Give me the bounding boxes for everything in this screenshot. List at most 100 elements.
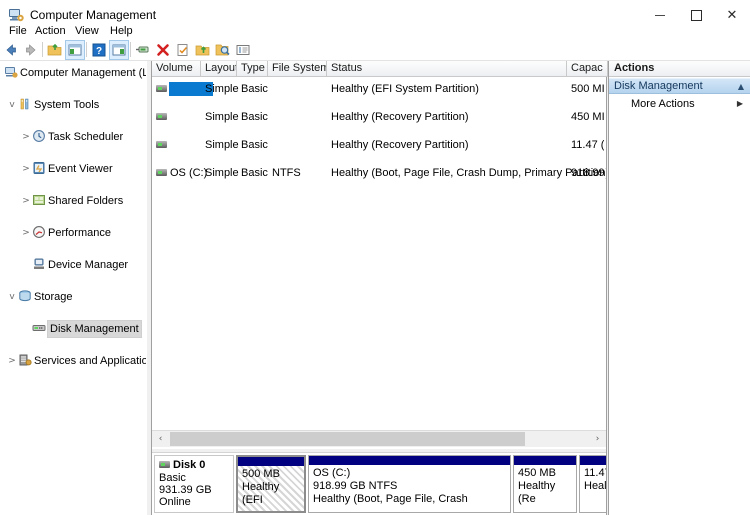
chevron-down-icon[interactable]: v xyxy=(6,97,18,113)
column-header-layout[interactable]: Layout xyxy=(201,61,237,77)
up-folder-icon[interactable] xyxy=(46,41,64,59)
scroll-right-arrow-icon[interactable]: › xyxy=(589,431,606,447)
hscrollbar-thumb[interactable] xyxy=(170,432,525,446)
partition-size: 500 MB xyxy=(242,468,280,480)
table-row[interactable]: Simple Basic Healthy (Recovery Partition… xyxy=(152,138,606,152)
tree-node-services-and-applications[interactable]: > Services and Applications xyxy=(0,353,146,369)
cell-status: Healthy (Boot, Page File, Crash Dump, Pr… xyxy=(331,167,606,179)
partition-size: 11.47 GB xyxy=(584,467,606,479)
chevron-right-icon[interactable]: > xyxy=(20,129,32,145)
chevron-right-icon[interactable]: > xyxy=(6,353,18,369)
chevron-right-icon[interactable]: > xyxy=(20,161,32,177)
volume-list-header: Volume Layout Type File System Status Ca… xyxy=(152,61,608,77)
help-icon[interactable]: ? xyxy=(90,41,108,59)
table-row[interactable]: Simple Basic Healthy (EFI System Partiti… xyxy=(152,82,606,96)
partition-status: Healthy (Re xyxy=(518,480,556,505)
volume-drive-icon xyxy=(156,85,167,93)
tree-node-device-manager[interactable]: Device Manager xyxy=(0,257,146,273)
column-header-type[interactable]: Type xyxy=(237,61,268,77)
tree-node-performance[interactable]: > Performance xyxy=(0,225,146,241)
disk-size: 931.39 GB xyxy=(159,484,212,496)
check-doc-icon[interactable] xyxy=(174,41,192,59)
delete-icon[interactable] xyxy=(154,41,172,59)
partition-text: 11.47 GB Healthy (Recovery P xyxy=(584,467,606,493)
computer-management-icon xyxy=(8,7,24,23)
partition-status: Healthy (Boot, Page File, Crash xyxy=(313,493,468,505)
volume-list-hscrollbar[interactable]: ‹ › xyxy=(152,430,606,447)
disk-icon xyxy=(159,461,170,469)
tree-node-storage[interactable]: v Storage xyxy=(0,289,146,305)
table-row[interactable]: OS (C:) Simple Basic NTFS Healthy (Boot,… xyxy=(152,166,606,180)
tree-node-label: Services and Applications xyxy=(34,355,146,367)
disk-info-panel[interactable]: Disk 0 Basic 931.39 GB Online xyxy=(154,455,234,513)
cell-capacity: 450 MI xyxy=(571,111,605,123)
tree-node-shared-folders[interactable]: > Shared Folders xyxy=(0,193,146,209)
partition-capacity-bar xyxy=(238,457,304,466)
column-header-volume[interactable]: Volume xyxy=(152,61,201,77)
disk-status: Online xyxy=(159,496,191,508)
partition-efi[interactable]: 500 MB Healthy (EFI xyxy=(236,455,306,513)
performance-icon xyxy=(32,225,48,241)
task-scheduler-icon xyxy=(32,129,48,145)
cell-status: Healthy (EFI System Partition) xyxy=(331,83,479,95)
tree-node-task-scheduler[interactable]: > Task Scheduler xyxy=(0,129,146,145)
column-header-file-system[interactable]: File System xyxy=(268,61,327,77)
partition-status: Healthy (Recovery P xyxy=(584,480,606,492)
window-title: Computer Management xyxy=(30,8,157,22)
tree-node-event-viewer[interactable]: > Event Viewer xyxy=(0,161,146,177)
forward-icon[interactable] xyxy=(22,41,40,59)
computer-management-window: Computer Management ✕ File Action View H… xyxy=(0,0,750,515)
cell-capacity: 11.47 ( xyxy=(571,139,605,151)
actions-pane: Actions Disk Management ▲ More Actions ▶ xyxy=(608,61,750,515)
partition-recovery-1147gb[interactable]: 11.47 GB Healthy (Recovery P xyxy=(579,455,606,513)
table-row[interactable]: Simple Basic Healthy (Recovery Partition… xyxy=(152,110,606,124)
chevron-right-icon[interactable]: > xyxy=(20,193,32,209)
menu-help[interactable]: Help xyxy=(105,24,138,38)
menu-file[interactable]: File xyxy=(4,24,32,38)
console-tree[interactable]: Computer Management (Local v System Tool… xyxy=(0,61,146,515)
chevron-down-icon[interactable]: v xyxy=(6,289,18,305)
partition-size: 918.99 GB NTFS xyxy=(313,480,398,492)
partition-text: OS (C:) 918.99 GB NTFS Healthy (Boot, Pa… xyxy=(313,467,508,506)
partition-capacity-bar xyxy=(309,456,510,465)
export-list-icon[interactable] xyxy=(194,41,212,59)
disk-row-0: Disk 0 Basic 931.39 GB Online 500 MB Hea… xyxy=(154,455,606,513)
submenu-right-icon[interactable]: ▶ xyxy=(737,96,743,112)
show-hide-action-pane-icon[interactable] xyxy=(109,40,129,60)
menu-action[interactable]: Action xyxy=(30,24,71,38)
cell-type: Basic xyxy=(241,111,268,123)
volume-list-body[interactable]: Simple Basic Healthy (EFI System Partiti… xyxy=(152,77,606,407)
device-manager-icon xyxy=(32,257,48,273)
cell-volume: OS (C:) xyxy=(170,167,208,179)
partition-capacity-bar xyxy=(580,456,606,465)
actions-group-disk-management[interactable]: Disk Management ▲ xyxy=(609,78,750,94)
tree-node-label: Computer Management (Local xyxy=(20,67,146,79)
back-icon[interactable] xyxy=(2,41,20,59)
scroll-left-arrow-icon[interactable]: ‹ xyxy=(152,431,169,447)
partition-text: 500 MB Healthy (EFI xyxy=(242,468,302,507)
partition-recovery-450mb[interactable]: 450 MB Healthy (Re xyxy=(513,455,577,513)
chevron-right-icon[interactable]: > xyxy=(20,225,32,241)
toolbar-separator-2 xyxy=(86,42,87,57)
disk-management-icon xyxy=(32,321,48,337)
tree-node-system-tools[interactable]: v System Tools xyxy=(0,97,146,113)
menu-bar: File Action View Help xyxy=(0,22,750,39)
action-item-more-actions[interactable]: More Actions ▶ xyxy=(609,96,750,112)
cell-file-system: NTFS xyxy=(272,167,301,179)
cell-type: Basic xyxy=(241,83,268,95)
tree-node-disk-management[interactable]: Disk Management xyxy=(0,320,146,338)
tree-node-computer-management[interactable]: Computer Management (Local xyxy=(0,65,146,81)
partition-strip: 500 MB Healthy (EFI OS (C:) 918.99 GB NT… xyxy=(236,455,606,513)
actions-group-label: Disk Management xyxy=(614,80,703,92)
column-header-status[interactable]: Status xyxy=(327,61,567,77)
cell-type: Basic xyxy=(241,139,268,151)
search-icon[interactable] xyxy=(214,41,232,59)
detail-list-icon[interactable] xyxy=(234,41,252,59)
column-header-capacity[interactable]: Capac xyxy=(567,61,608,77)
partition-os-c[interactable]: OS (C:) 918.99 GB NTFS Healthy (Boot, Pa… xyxy=(308,455,511,513)
menu-view[interactable]: View xyxy=(70,24,104,38)
properties-icon[interactable] xyxy=(134,41,152,59)
show-hide-console-tree-icon[interactable] xyxy=(65,40,85,60)
collapse-up-icon[interactable]: ▲ xyxy=(738,79,744,94)
graphical-disk-view: Disk 0 Basic 931.39 GB Online 500 MB Hea… xyxy=(152,453,606,515)
